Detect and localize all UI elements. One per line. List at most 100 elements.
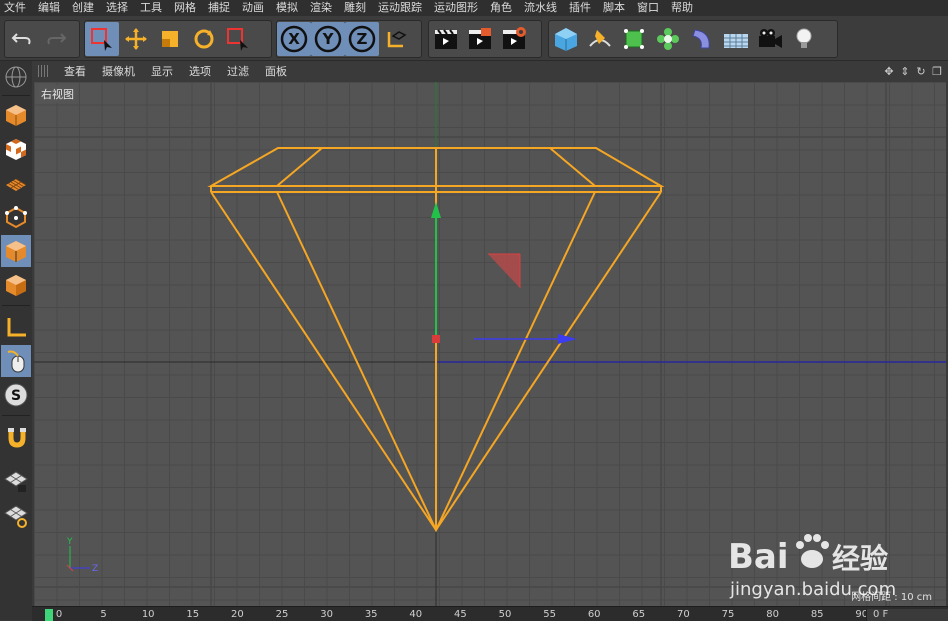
edge-mode-button[interactable]: [1, 235, 31, 267]
timeline-tick-label: 60: [587, 609, 601, 620]
x-axis-label: X: [288, 30, 300, 48]
zoom-icon[interactable]: ⇕: [898, 64, 912, 78]
menu-item[interactable]: 模拟: [270, 0, 304, 16]
viewport-menu-item[interactable]: 查看: [56, 63, 94, 79]
viewport-title[interactable]: 右视图: [38, 85, 77, 103]
mini-axis-z-label: Z: [92, 564, 98, 574]
menu-item[interactable]: 帮助: [665, 0, 699, 16]
menu-item[interactable]: 文件: [0, 0, 32, 16]
menu-item[interactable]: 雕刻: [338, 0, 372, 16]
rotate-button[interactable]: [187, 22, 221, 56]
undo-button[interactable]: [5, 22, 39, 56]
gizmo-center[interactable]: [432, 335, 440, 343]
sphere-grid-icon: [5, 66, 27, 88]
menu-item[interactable]: 编辑: [32, 0, 66, 16]
floor-icon: [724, 34, 748, 48]
deformer-button[interactable]: [685, 22, 719, 56]
gizmo-plane-handle[interactable]: [488, 254, 520, 288]
render-picture-viewer-button[interactable]: [463, 22, 497, 56]
menu-item[interactable]: 选择: [100, 0, 134, 16]
workplane-mode-button[interactable]: [1, 167, 31, 199]
tweak-mode-button[interactable]: [1, 345, 31, 377]
timeline-tick-label: 0: [55, 609, 63, 620]
create-group: [548, 20, 838, 58]
make-editable-button[interactable]: [1, 99, 31, 131]
gizmo-y-arrow[interactable]: [431, 202, 441, 218]
orbit-icon[interactable]: ↻: [914, 64, 928, 78]
render-group: [428, 20, 542, 58]
main-toolbar: X Y Z: [0, 16, 948, 61]
render-settings-button[interactable]: [497, 22, 531, 56]
viewport-scene: Y Z: [34, 82, 946, 606]
floor-button[interactable]: [719, 22, 753, 56]
viewport-nav-icons: ✥ ⇕ ↻ ❐: [882, 64, 944, 78]
selection-icon: [91, 28, 112, 51]
cube-button[interactable]: [549, 22, 583, 56]
undo-redo-group: [4, 20, 80, 58]
timeline-playhead[interactable]: [45, 609, 53, 621]
menu-item[interactable]: 工具: [134, 0, 168, 16]
menu-item[interactable]: 网格: [168, 0, 202, 16]
move-button[interactable]: [119, 22, 153, 56]
coordinate-system-button[interactable]: [379, 22, 413, 56]
recent-tools-button[interactable]: [221, 22, 255, 56]
tool-group: [84, 20, 272, 58]
pen-icon: [589, 30, 611, 47]
mini-axis-y-label: Y: [66, 537, 73, 547]
menu-item[interactable]: 渲染: [304, 0, 338, 16]
menu-item[interactable]: 插件: [563, 0, 597, 16]
light-button[interactable]: [787, 22, 821, 56]
timeline-tick-label: 55: [543, 609, 556, 620]
lock-workplane-button[interactable]: [1, 465, 31, 497]
pen-spline-button[interactable]: [583, 22, 617, 56]
viewport-menu-item[interactable]: 过滤: [219, 63, 257, 79]
menu-item[interactable]: 角色: [484, 0, 518, 16]
z-axis-lock-button[interactable]: Z: [345, 22, 379, 56]
mode-menu-button[interactable]: [1, 63, 31, 91]
viewport-menu-item[interactable]: 选项: [181, 63, 219, 79]
workplane-align-button[interactable]: [1, 499, 31, 531]
menu-item[interactable]: 窗口: [631, 0, 665, 16]
menu-item[interactable]: 动画: [236, 0, 270, 16]
subdivision-button[interactable]: [617, 22, 651, 56]
current-frame-field[interactable]: 0 F: [866, 609, 948, 621]
axis-lock-group: X Y Z: [276, 20, 422, 58]
rotate-icon: [194, 29, 214, 49]
pan-icon[interactable]: ✥: [882, 64, 896, 78]
menu-item[interactable]: 创建: [66, 0, 100, 16]
polygon-mode-button[interactable]: [1, 269, 31, 301]
timeline-tick-label: 35: [364, 609, 378, 620]
point-mode-button[interactable]: [1, 201, 31, 233]
panel-grip[interactable]: [38, 65, 48, 77]
z-axis-label: Z: [357, 30, 368, 48]
x-axis-lock-button[interactable]: X: [277, 22, 311, 56]
clapper-icon: [435, 29, 457, 49]
polygons-cube-icon: [6, 275, 26, 296]
menu-item[interactable]: 运动图形: [428, 0, 484, 16]
redo-button[interactable]: [39, 22, 73, 56]
y-axis-lock-button[interactable]: Y: [311, 22, 345, 56]
viewport-menu-item[interactable]: 摄像机: [94, 63, 143, 79]
snapping-button[interactable]: S: [1, 379, 31, 411]
axis-mode-button[interactable]: [1, 311, 31, 343]
scale-button[interactable]: [153, 22, 187, 56]
menu-item[interactable]: 脚本: [597, 0, 631, 16]
maximize-icon[interactable]: ❐: [930, 64, 944, 78]
texture-mode-button[interactable]: [1, 133, 31, 165]
bend-icon: [692, 29, 710, 49]
render-view-button[interactable]: [429, 22, 463, 56]
grid-spacing-readout: 网格间距 : 10 cm: [851, 592, 932, 603]
snap-s-icon: S: [4, 383, 28, 407]
menu-item[interactable]: 捕捉: [202, 0, 236, 16]
right-viewport[interactable]: Y Z 右视图 网格间距 : 10 cm: [34, 82, 946, 606]
timeline[interactable]: 0 5 10 15 20 25 30 35 40 45 50 55 60 65 70 75 80 85 90 0 F: [32, 606, 948, 621]
gizmo-z-arrow[interactable]: [558, 334, 577, 344]
viewport-menu-item[interactable]: 显示: [143, 63, 181, 79]
menu-item[interactable]: 运动跟踪: [372, 0, 428, 16]
magnet-button[interactable]: [1, 421, 31, 453]
viewport-menu-item[interactable]: 面板: [257, 63, 295, 79]
live-selection-button[interactable]: [85, 22, 119, 56]
menu-item[interactable]: 流水线: [518, 0, 563, 16]
camera-button[interactable]: [753, 22, 787, 56]
cloner-button[interactable]: [651, 22, 685, 56]
